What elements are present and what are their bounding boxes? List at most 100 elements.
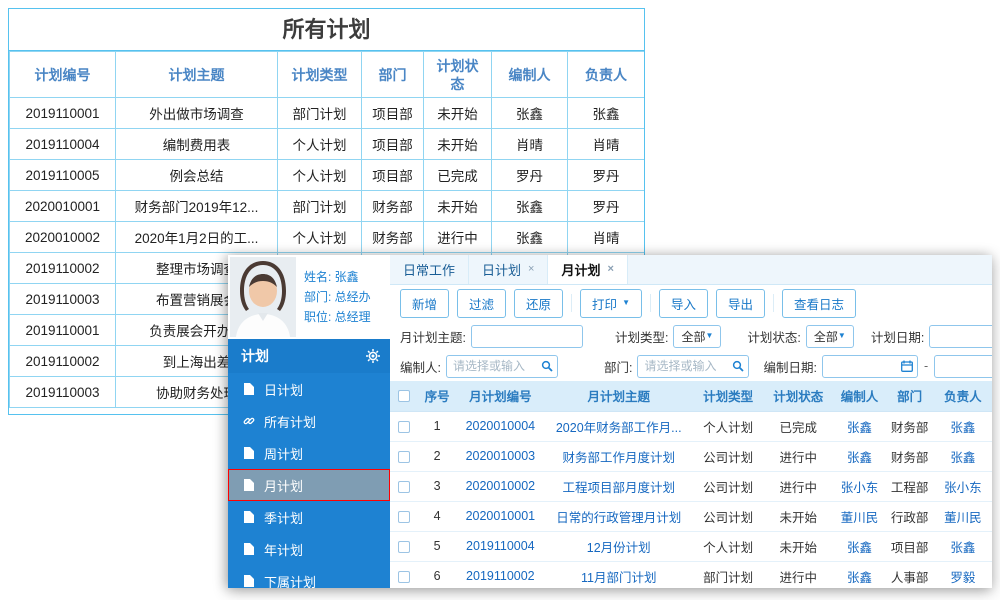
cell: 2019110002 [9, 345, 116, 377]
cell: 6 [418, 561, 457, 588]
cell-link[interactable]: 2020010003 [456, 441, 545, 472]
row-checkbox[interactable] [398, 510, 411, 523]
cell: 2019110001 [9, 314, 116, 346]
row-checkbox[interactable] [398, 570, 411, 583]
row-checkbox[interactable] [398, 450, 411, 463]
filter-button[interactable]: 过滤 [457, 288, 507, 318]
filter-panel: 月计划主题: 计划类型: 全部 ▼ 计划状态: 全部 ▼ 计划日期: 编制人: … [390, 321, 992, 381]
sidebar-item-label: 周计划 [264, 446, 304, 462]
cell-link[interactable]: 工程项目部月度计划 [544, 471, 693, 502]
checkbox-cell [390, 561, 419, 588]
cell: 4 [418, 501, 457, 532]
calendar-icon[interactable] [901, 360, 913, 372]
plan-date-filter-input[interactable] [929, 324, 992, 348]
cell: 部门计划 [692, 561, 764, 588]
sidebar-item-yearly-plan[interactable]: 年计划 [228, 533, 390, 565]
cell-link[interactable]: 2019110002 [456, 561, 545, 588]
export-button[interactable]: 导出 [716, 288, 766, 318]
cell-link[interactable]: 日常的行政管理月计划 [544, 501, 693, 532]
search-icon[interactable] [732, 360, 745, 372]
table-row: 4 2020010001 日常的行政管理月计划 公司计划 未开始 董川民 行政部 董川民 [390, 501, 992, 532]
cell-link[interactable]: 2019110004 [456, 531, 545, 562]
tab-label: 月计划 [561, 263, 601, 278]
cell-link[interactable]: 张鑫 [933, 531, 992, 562]
cell-link[interactable]: 张小东 [833, 471, 886, 502]
filter-row-2: 编制人: 部门: 编制日期: [400, 351, 992, 381]
cell: 项目部 [361, 159, 424, 191]
status-filter-select[interactable]: 全部 ▼ [805, 324, 854, 348]
cell-link[interactable]: 2020年财务部工作月... [544, 411, 693, 442]
cell-link[interactable]: 张鑫 [833, 441, 886, 472]
add-button[interactable]: 新增 [400, 288, 450, 318]
cell-link[interactable]: 张鑫 [833, 531, 886, 562]
search-icon[interactable] [541, 360, 553, 372]
select-all-checkbox[interactable] [398, 390, 411, 403]
cell: 工程部 [885, 471, 934, 502]
tab-daily-plan[interactable]: 日计划 × [469, 255, 549, 284]
close-icon[interactable]: × [607, 264, 613, 275]
sidebar-item-quarterly-plan[interactable]: 季计划 [228, 501, 390, 533]
cell: 财务部门2019年12... [115, 190, 278, 222]
cell-link[interactable]: 张鑫 [933, 411, 992, 442]
column-header: 计划状态 [423, 51, 492, 98]
row-checkbox[interactable] [398, 480, 411, 493]
import-button[interactable]: 导入 [658, 288, 708, 318]
cell-link[interactable]: 2020010004 [456, 411, 545, 442]
cell: 部门计划 [277, 97, 362, 129]
close-icon[interactable]: × [528, 264, 534, 275]
document-icon [243, 447, 255, 459]
divider [571, 294, 573, 312]
cell: 项目部 [361, 128, 424, 160]
sidebar-item-label: 日计划 [264, 382, 304, 398]
cell-link[interactable]: 2020010002 [456, 471, 545, 502]
cell-link[interactable]: 11月部门计划 [544, 561, 693, 588]
cell: 罗丹 [567, 159, 644, 191]
gear-icon[interactable] [366, 349, 380, 363]
dept-filter-label: 部门: [603, 360, 633, 375]
print-button[interactable]: 打印 ▼ [580, 288, 642, 318]
cell-link[interactable]: 张小东 [933, 471, 992, 502]
sidebar-menu: 日计划 所有计划 周计划 月计划 季计划 年计划 下属计划 [228, 373, 390, 588]
sidebar-item-all-plans[interactable]: 所有计划 [228, 405, 390, 437]
month-plan-window: 姓名: 张鑫 部门: 总经办 职位: 总经理 计划 日计划 所有计划 周计划 月… [228, 255, 992, 588]
sidebar-item-monthly-plan[interactable]: 月计划 [228, 469, 390, 501]
view-log-button[interactable]: 查看日志 [782, 288, 857, 318]
subject-filter-input[interactable] [470, 324, 583, 348]
cell: 进行中 [763, 441, 834, 472]
row-checkbox[interactable] [398, 540, 411, 553]
document-icon [243, 575, 255, 587]
sidebar-item-subordinate-plans[interactable]: 下属计划 [228, 565, 390, 588]
column-header: 部门 [361, 51, 424, 98]
cell-link[interactable]: 张鑫 [933, 441, 992, 472]
cell: 未开始 [423, 128, 492, 160]
tab-label: 日计划 [482, 263, 522, 278]
cell-link[interactable]: 董川民 [933, 501, 992, 532]
table-header-row: 计划编号 计划主题 计划类型 部门 计划状态 编制人 负责人 [9, 51, 644, 98]
cell-link[interactable]: 罗毅 [933, 561, 992, 588]
type-filter-select[interactable]: 全部 ▼ [673, 324, 722, 348]
row-checkbox[interactable] [398, 420, 411, 433]
restore-button[interactable]: 还原 [514, 288, 564, 318]
column-header: 计划主题 [115, 51, 278, 98]
cell-link[interactable]: 董川民 [833, 501, 886, 532]
sidebar-header-label: 计划 [241, 348, 269, 364]
cell-link[interactable]: 12月份计划 [544, 531, 693, 562]
checkbox-cell [390, 441, 419, 472]
cell-link[interactable]: 张鑫 [833, 411, 886, 442]
profile-info: 姓名: 张鑫 部门: 总经办 职位: 总经理 [296, 257, 371, 337]
cell: 张鑫 [567, 97, 644, 129]
cell: 财务部 [361, 190, 424, 222]
sidebar-item-weekly-plan[interactable]: 周计划 [228, 437, 390, 469]
sidebar-item-daily-plan[interactable]: 日计划 [228, 373, 390, 405]
page-title: 所有计划 [9, 9, 644, 51]
tab-monthly-plan[interactable]: 月计划 × [548, 255, 628, 284]
sidebar-item-label: 季计划 [264, 510, 304, 526]
cell: 5 [418, 531, 457, 562]
cell-link[interactable]: 财务部工作月度计划 [544, 441, 693, 472]
cell-link[interactable]: 张鑫 [833, 561, 886, 588]
create-date-end-input[interactable] [934, 354, 992, 378]
cell-link[interactable]: 2020010001 [456, 501, 545, 532]
tab-daily-work[interactable]: 日常工作 [390, 255, 470, 284]
sidebar-item-label: 所有计划 [264, 414, 317, 430]
document-icon [243, 543, 255, 555]
